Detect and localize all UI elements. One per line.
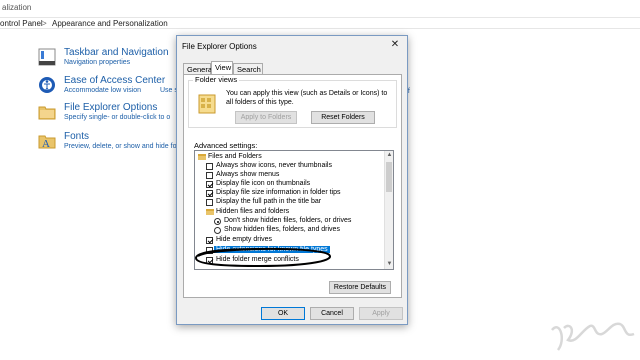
tab-general[interactable]: General — [183, 63, 214, 74]
reset-folders-button[interactable]: Reset Folders — [311, 111, 375, 124]
watermark-logo — [551, 322, 635, 351]
breadcrumb-control-panel[interactable]: ontrol Panel — [0, 19, 43, 28]
breadcrumb-separator: > — [42, 19, 47, 28]
dialog-title: File Explorer Options — [182, 42, 257, 51]
checkbox-checked[interactable] — [206, 181, 213, 188]
cp-item-link[interactable]: Navigation properties — [64, 59, 130, 66]
folder-icon — [206, 209, 214, 215]
advanced-settings-label: Advanced settings: — [194, 141, 258, 150]
tree-item-label: Don't show hidden files, folders, or dri… — [224, 217, 352, 224]
cp-item-title[interactable]: Fonts — [64, 131, 89, 142]
view-tab-panel: Folder views You can apply this view (su… — [183, 74, 402, 298]
tree-item-label: Always show icons, never thumbnails — [216, 162, 332, 169]
tab-search[interactable]: Search — [233, 63, 263, 74]
file-explorer-options-dialog: File Explorer Options ✕ General View Sea… — [176, 35, 408, 325]
tree-item-label: Hide extensions for known file types — [214, 246, 330, 253]
breadcrumb-appearance[interactable]: Appearance and Personalization — [52, 19, 168, 28]
cp-item-title[interactable]: Taskbar and Navigation — [64, 47, 169, 58]
tree-item-label: Display file size information in folder … — [216, 189, 341, 196]
list-scrollbar[interactable]: ▲ ▼ — [384, 151, 393, 269]
tree-item-label: Always show menus — [216, 171, 280, 178]
radio-selected[interactable] — [214, 218, 221, 225]
close-icon[interactable]: ✕ — [389, 39, 401, 51]
window-title: alization — [2, 3, 32, 12]
restore-defaults-button[interactable]: Restore Defaults — [329, 281, 391, 294]
checkbox-checked[interactable] — [206, 190, 213, 197]
cp-item-link[interactable]: Accommodate low vision — [64, 87, 141, 94]
address-bar[interactable]: ontrol Panel > Appearance and Personaliz… — [0, 17, 640, 29]
checkbox-checked[interactable] — [206, 257, 213, 264]
fonts-icon: A — [38, 135, 56, 150]
tree-item-label: Show hidden files, folders, and drives — [224, 226, 340, 233]
tree-item-label: Hide empty drives — [216, 236, 273, 243]
screen: alization ontrol Panel > Appearance and … — [0, 0, 640, 360]
tree-item-label: Files and Folders — [208, 153, 262, 160]
scroll-down-icon[interactable]: ▼ — [385, 260, 393, 269]
cancel-button[interactable]: Cancel — [310, 307, 354, 320]
folder-views-icon — [198, 94, 216, 114]
taskbar-icon — [38, 48, 56, 66]
tree-item-label: Hidden files and folders — [216, 208, 290, 215]
tree-item-label: Display the full path in the title bar — [216, 198, 322, 205]
checkbox[interactable] — [206, 247, 213, 254]
checkbox[interactable] — [206, 172, 213, 179]
cp-item-title[interactable]: Ease of Access Center — [64, 75, 165, 86]
ok-button[interactable]: OK — [261, 307, 305, 320]
folder-options-icon — [38, 106, 56, 120]
tab-view[interactable]: View — [211, 61, 233, 74]
checkbox-checked[interactable] — [206, 237, 213, 244]
tree-item-label: Hide folder merge conflicts — [216, 256, 299, 263]
scroll-up-icon[interactable]: ▲ — [385, 151, 393, 160]
advanced-settings-list[interactable]: Files and Folders Always show icons, nev… — [194, 150, 394, 270]
checkbox[interactable] — [206, 199, 213, 206]
checkbox[interactable] — [206, 163, 213, 170]
cp-item-title[interactable]: File Explorer Options — [64, 102, 157, 113]
radio[interactable] — [214, 227, 221, 234]
folder-views-description: You can apply this view (such as Details… — [226, 90, 388, 106]
folder-views-group: Folder views You can apply this view (su… — [188, 75, 397, 128]
folder-views-label: Folder views — [193, 75, 240, 84]
scroll-thumb[interactable] — [386, 162, 392, 192]
apply-button[interactable]: Apply — [359, 307, 403, 320]
folder-icon — [198, 154, 206, 160]
ease-of-access-icon — [39, 77, 55, 93]
cp-item-link[interactable]: Preview, delete, or show and hide fo — [64, 143, 176, 150]
svg-text:A: A — [42, 138, 50, 150]
cp-item-link[interactable]: Specify single- or double-click to o — [64, 114, 170, 121]
apply-to-folders-button[interactable]: Apply to Folders — [235, 111, 297, 124]
tree-item-label: Display file icon on thumbnails — [216, 180, 311, 187]
